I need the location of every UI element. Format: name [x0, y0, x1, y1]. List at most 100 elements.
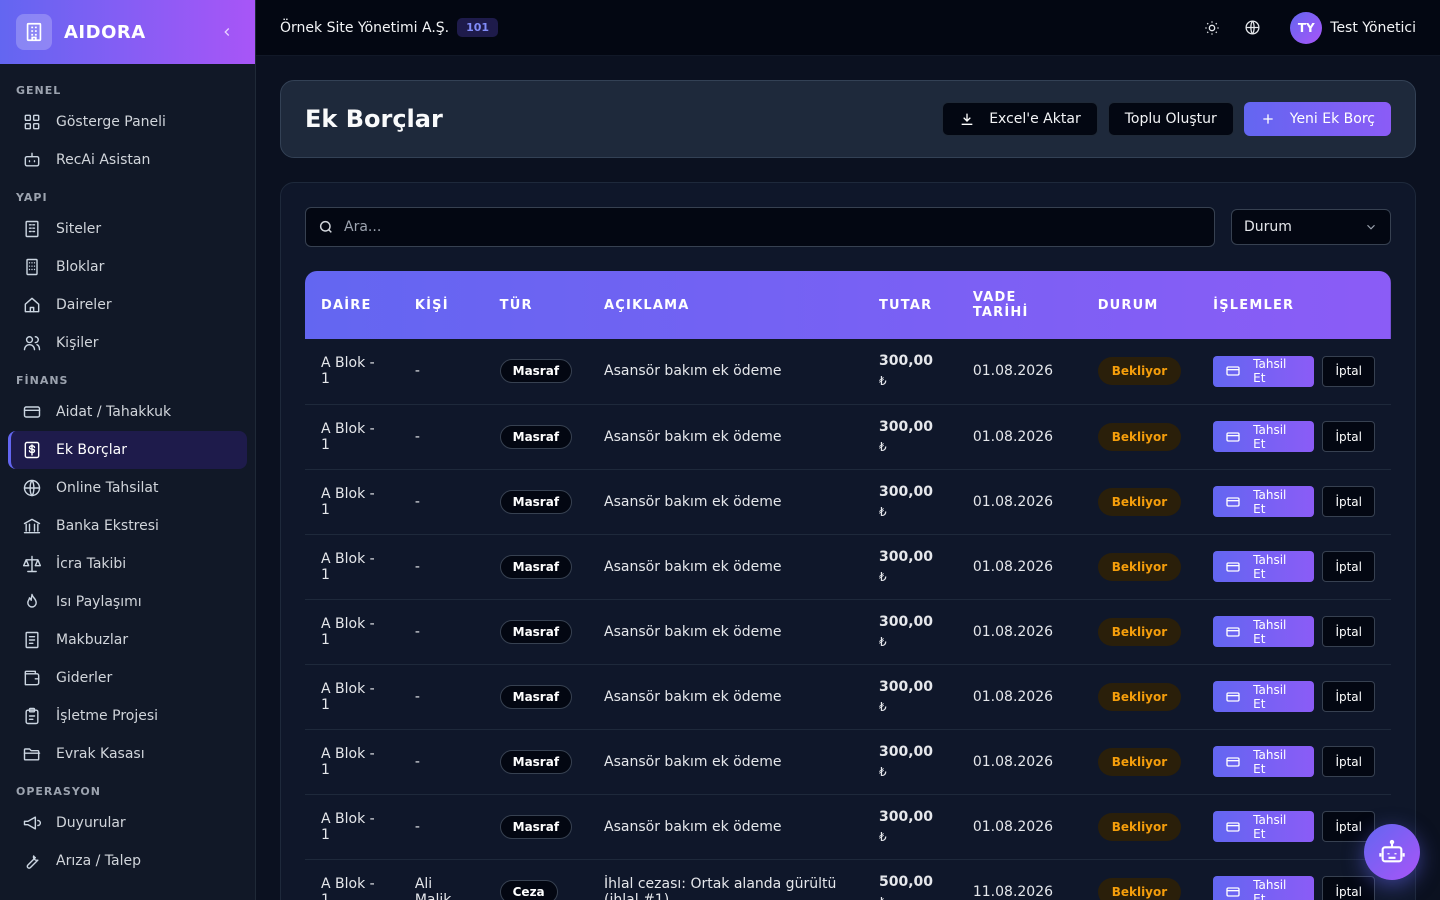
row-actions: Tahsil Et İptal — [1213, 421, 1375, 452]
sidebar-item[interactable]: Makbuzlar — [8, 621, 247, 659]
column-header[interactable]: DURUM — [1082, 271, 1197, 339]
sidebar-item[interactable]: Daireler — [8, 286, 247, 324]
credit-card-icon — [1225, 559, 1253, 575]
sidebar-item[interactable]: Duyurular — [8, 804, 247, 842]
currency-symbol: ₺ — [878, 569, 887, 584]
language-globe-icon[interactable] — [1236, 12, 1268, 44]
due-date-cell: 01.08.2026 — [956, 794, 1082, 860]
table-row[interactable]: A Blok - 1- Masraf Asansör bakım ek ödeme 3… — [305, 599, 1391, 665]
site-name[interactable]: Örnek Site Yönetimi A.Ş. — [280, 20, 449, 36]
column-header[interactable]: TUTAR — [863, 271, 957, 339]
status-badge: Bekliyor — [1097, 487, 1182, 516]
ai-assistant-button[interactable] — [1364, 824, 1420, 880]
collect-button[interactable]: Tahsil Et — [1213, 421, 1315, 452]
theme-toggle-sun-icon[interactable] — [1196, 12, 1228, 44]
sidebar-item[interactable]: Gösterge Paneli — [8, 103, 247, 141]
sidebar-item[interactable]: Aidat / Tahakkuk — [8, 393, 247, 431]
table-row[interactable]: A Blok - 1 Ali Malik Ceza İhlal cezası: Ort… — [305, 859, 1391, 900]
collect-label: Tahsil Et — [1253, 552, 1287, 581]
filter-row: Durum — [305, 207, 1391, 247]
collect-label: Tahsil Et — [1253, 812, 1287, 841]
sidebar-item[interactable]: Online Tahsilat — [8, 469, 247, 507]
collapse-sidebar-button[interactable] — [215, 20, 239, 44]
amount-value: 300,00 — [878, 483, 933, 500]
column-header[interactable]: TÜR — [484, 271, 588, 339]
person-cell: - — [398, 664, 484, 730]
actions-cell: Tahsil Et İptal — [1197, 729, 1391, 795]
search-box[interactable] — [305, 207, 1215, 247]
collect-button[interactable]: Tahsil Et — [1213, 355, 1315, 387]
bot-icon — [22, 150, 42, 170]
column-header[interactable]: KİŞİ — [399, 271, 484, 339]
column-header[interactable]: İŞLEMLER — [1197, 271, 1391, 339]
sidebar-item[interactable]: Siteler — [8, 210, 247, 248]
nav-section-title: FİNANS — [16, 374, 69, 387]
collect-button[interactable]: Tahsil Et — [1213, 681, 1315, 712]
sidebar-item[interactable]: Isı Paylaşımı — [8, 583, 247, 621]
status-badge: Bekliyor — [1097, 747, 1182, 776]
unit-cell: A Blok - 1 — [305, 664, 399, 730]
sidebar-item[interactable]: Banka Ekstresi — [8, 507, 247, 545]
credit-card-icon — [1225, 494, 1253, 510]
table-header-row: DAİRE KİŞİ TÜR AÇIKLAMA TUTAR VADE TARİHİ DURU… — [305, 271, 1391, 339]
collect-button[interactable]: Tahsil Et — [1213, 876, 1315, 900]
cancel-button[interactable]: İptal — [1322, 421, 1375, 452]
sidebar-item-label: Ek Borçlar — [56, 442, 127, 458]
collect-button[interactable]: Tahsil Et — [1213, 811, 1315, 842]
sidebar-item[interactable]: Bloklar — [8, 248, 247, 286]
amount-cell: 500,00 ₺ — [862, 859, 957, 900]
sidebar-item-label: RecAi Asistan — [56, 152, 151, 168]
amount-value: 300,00 — [878, 548, 933, 565]
cancel-button[interactable]: İptal — [1322, 681, 1375, 712]
sidebar-item-label: Evrak Kasası — [56, 746, 145, 762]
table-row[interactable]: A Blok - 1- Masraf Asansör bakım ek ödeme 3… — [305, 534, 1391, 600]
unit-cell: A Blok - 1 — [305, 404, 399, 470]
sidebar-item-label: Online Tahsilat — [56, 480, 159, 496]
cancel-button[interactable]: İptal — [1322, 551, 1375, 582]
sidebar-item[interactable]: Ek Borçlar — [8, 431, 247, 469]
sidebar-item[interactable]: Kişiler — [8, 324, 247, 362]
download-icon — [961, 113, 973, 125]
amount-cell: 300,00 ₺ — [862, 404, 957, 470]
cancel-button[interactable]: İptal — [1322, 876, 1375, 900]
table-row[interactable]: A Blok - 1- Masraf Asansör bakım ek ödeme 3… — [305, 729, 1391, 795]
table-row[interactable]: A Blok - 1- Masraf Asansör bakım ek ödeme 3… — [305, 794, 1391, 860]
building-icon — [22, 219, 42, 239]
collect-label: Tahsil Et — [1253, 617, 1287, 646]
cancel-button[interactable]: İptal — [1322, 355, 1375, 387]
column-header[interactable]: VADE TARİHİ — [957, 271, 1082, 339]
sidebar-nav: GENEL Gösterge Paneli RecAi Asistan YAPI Sit… — [0, 64, 255, 880]
export-excel-button[interactable]: Excel'e Aktar — [942, 102, 1098, 136]
home-icon — [22, 295, 42, 315]
currency-symbol: ₺ — [878, 764, 887, 779]
column-header[interactable]: DAİRE — [305, 271, 399, 339]
unit-cell: A Blok - 1 — [305, 339, 399, 405]
sidebar-item[interactable]: Evrak Kasası — [8, 735, 247, 773]
sidebar-item[interactable]: İşletme Projesi — [8, 697, 247, 735]
cancel-button[interactable]: İptal — [1322, 616, 1375, 647]
table-row[interactable]: A Blok - 1- Masraf Asansör bakım ek ödeme 3… — [305, 339, 1391, 405]
sidebar-item[interactable]: İcra Takibi — [8, 545, 247, 583]
table-row[interactable]: A Blok - 1- Masraf Asansör bakım ek ödeme 3… — [305, 469, 1391, 535]
new-extra-debt-button[interactable]: Yeni Ek Borç — [1243, 102, 1391, 136]
collect-button[interactable]: Tahsil Et — [1213, 616, 1315, 647]
sidebar-item[interactable]: Giderler — [8, 659, 247, 697]
collect-button[interactable]: Tahsil Et — [1213, 746, 1315, 777]
status-cell: Bekliyor — [1081, 599, 1198, 665]
bulk-create-button[interactable]: Toplu Oluştur — [1107, 102, 1234, 136]
sidebar-item[interactable]: Arıza / Talep — [8, 842, 247, 880]
status-filter-select[interactable]: Durum — [1231, 209, 1391, 245]
collect-button[interactable]: Tahsil Et — [1213, 486, 1315, 517]
credit-card-icon — [1225, 363, 1253, 379]
table-row[interactable]: A Blok - 1- Masraf Asansör bakım ek ödeme 3… — [305, 664, 1391, 730]
collect-button[interactable]: Tahsil Et — [1213, 551, 1315, 582]
cancel-button[interactable]: İptal — [1322, 486, 1375, 517]
dollar-icon — [22, 440, 42, 460]
table-row[interactable]: A Blok - 1- Masraf Asansör bakım ek ödeme 3… — [305, 404, 1391, 470]
sidebar-item[interactable]: RecAi Asistan — [8, 141, 247, 179]
cancel-button[interactable]: İptal — [1322, 746, 1375, 777]
column-header[interactable]: AÇIKLAMA — [588, 271, 863, 339]
type-badge: Ceza — [499, 879, 558, 900]
search-input[interactable] — [344, 219, 1202, 235]
user-menu[interactable]: TY Test Yönetici — [1290, 11, 1416, 44]
